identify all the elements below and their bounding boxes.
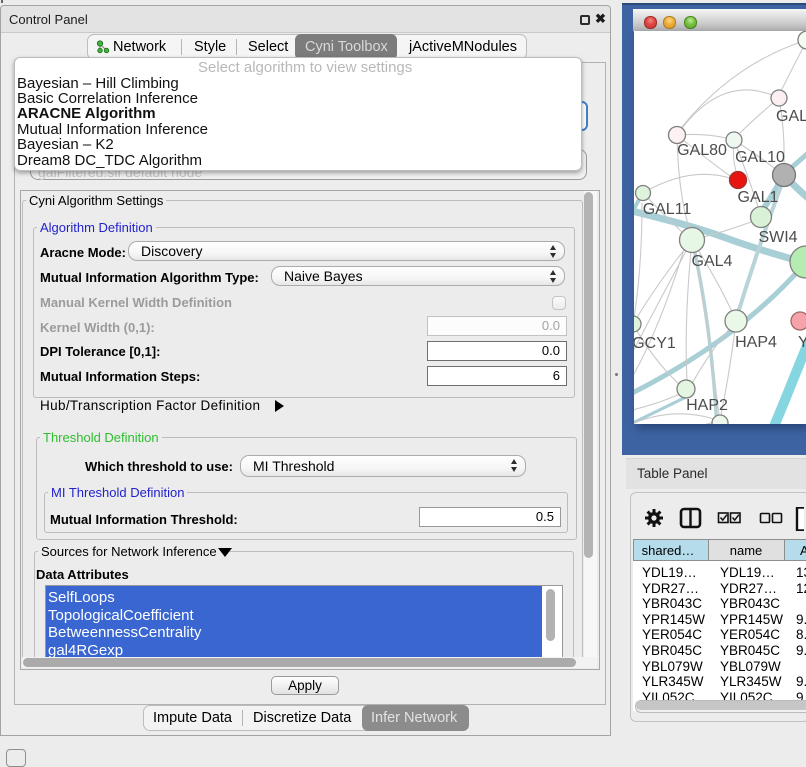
svg-text:GAL: GAL [776,108,806,125]
svg-text:GAL11: GAL11 [643,201,692,218]
svg-text:GAL10: GAL10 [735,149,785,166]
svg-text:HAP4: HAP4 [735,334,777,351]
svg-text:GCY1: GCY1 [634,335,676,352]
svg-text:GAL4: GAL4 [692,253,733,270]
svg-text:HAP2: HAP2 [686,397,728,414]
svg-text:Y: Y [798,334,806,351]
svg-text:GAL1: GAL1 [738,189,779,206]
svg-text:SWI4: SWI4 [758,229,797,246]
svg-text:GAL80: GAL80 [677,142,727,159]
